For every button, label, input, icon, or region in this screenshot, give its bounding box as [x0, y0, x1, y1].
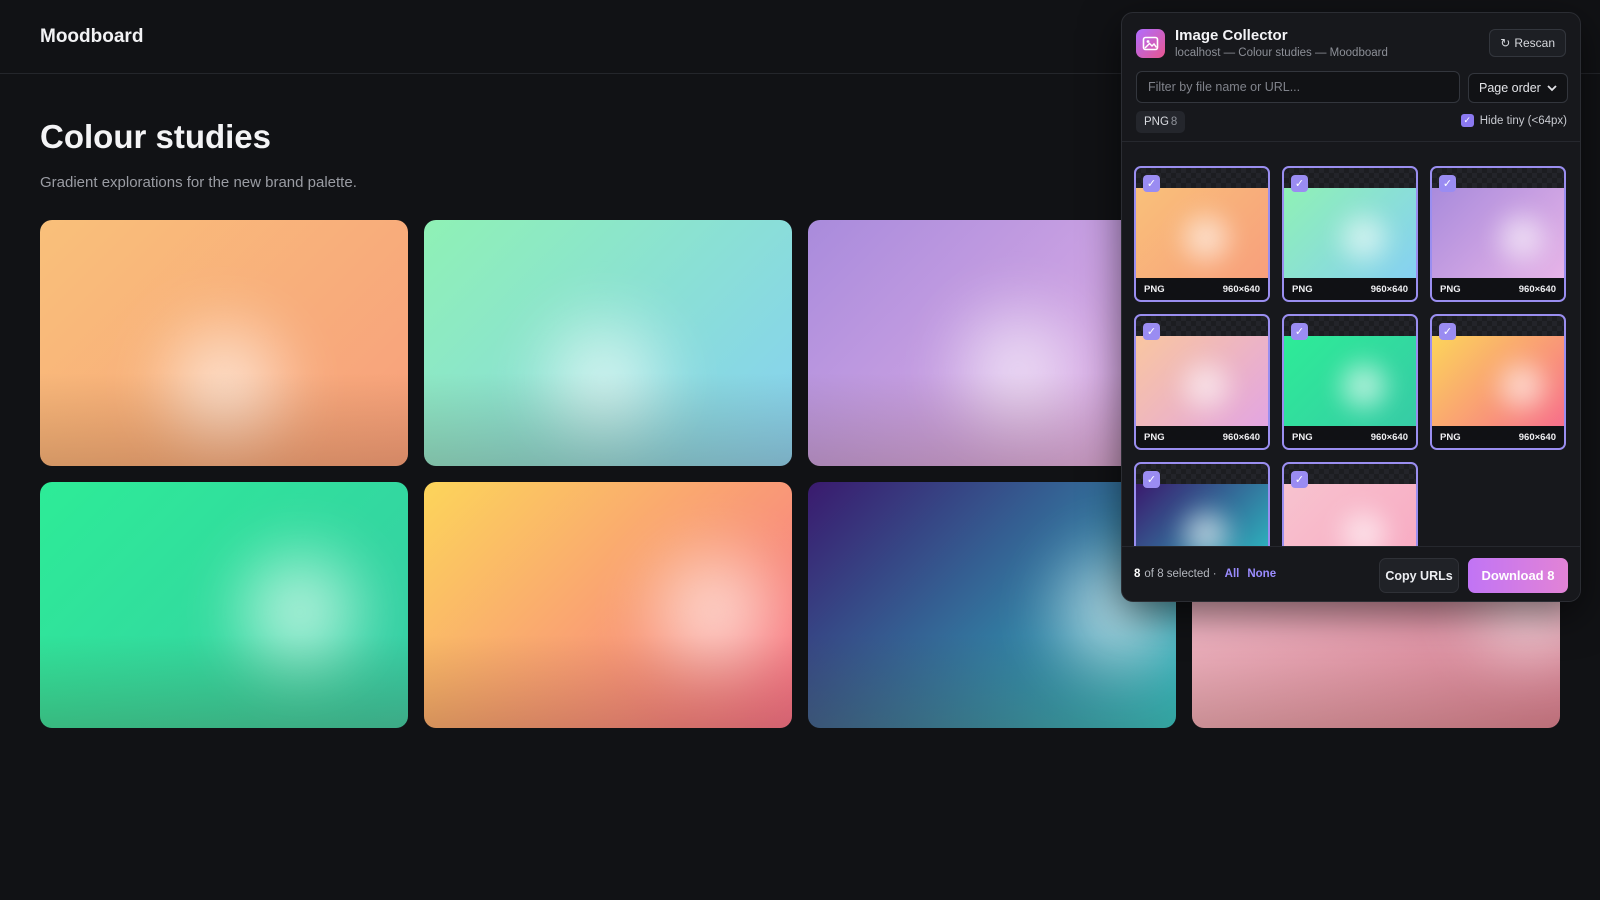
thumbnail-dimensions: 960×640 [1518, 431, 1556, 443]
thumbnail-4[interactable]: ✓ PNG 960×640 [1134, 314, 1270, 450]
checkbox-checked-icon[interactable]: ✓ [1460, 114, 1474, 127]
select-all-link[interactable]: All [1225, 568, 1240, 580]
thumbnail-format: PNG [1144, 431, 1165, 443]
checkbox-checked-icon[interactable]: ✓ [1291, 323, 1308, 340]
thumbnail-8[interactable]: ✓PNG [1282, 462, 1418, 546]
checkbox-checked-icon[interactable]: ✓ [1143, 471, 1160, 488]
thumbnail-format: PNG [1440, 283, 1461, 295]
thumbnail-meta: PNG 960×640 [1284, 426, 1416, 448]
thumbnail-image [1136, 188, 1268, 278]
type-filter-chip-png[interactable]: PNG 8 [1136, 111, 1186, 133]
sort-select[interactable]: Page order [1468, 73, 1568, 103]
selection-status: 8 of 8 selected · All None [1134, 568, 1276, 580]
checkbox-checked-icon[interactable]: ✓ [1143, 323, 1160, 340]
image-icon [1136, 29, 1165, 58]
chevron-down-icon [1547, 85, 1557, 92]
image-collector-panel: Image Collector localhost — Colour studi… [1121, 12, 1581, 602]
thumbnail-image [1284, 336, 1416, 426]
thumbnail-image [1284, 484, 1416, 546]
thumbnail-dimensions: 960×640 [1222, 283, 1260, 295]
thumbnail-image [1284, 188, 1416, 278]
rescan-button[interactable]: ↻ Rescan [1489, 29, 1566, 57]
sort-value: Page order [1479, 81, 1541, 95]
thumbnail-3[interactable]: ✓ PNG 960×640 [1430, 166, 1566, 302]
thumbnail-dimensions: 960×640 [1222, 431, 1260, 443]
thumbnail-7[interactable]: ✓PNG [1134, 462, 1270, 546]
page-subtitle: Gradient explorations for the new brand … [40, 174, 357, 191]
thumbnail-image [1432, 188, 1564, 278]
thumbnail-dimensions: 960×640 [1370, 283, 1408, 295]
gallery-image-4[interactable] [40, 482, 408, 728]
thumbnail-5[interactable]: ✓ PNG 960×640 [1282, 314, 1418, 450]
checkbox-checked-icon[interactable]: ✓ [1439, 175, 1456, 192]
thumbnail-format: PNG [1292, 431, 1313, 443]
thumbnail-meta: PNG 960×640 [1284, 278, 1416, 300]
thumbnail-meta: PNG 960×640 [1136, 278, 1268, 300]
panel-title: Image Collector [1175, 27, 1288, 44]
site-brand[interactable]: Moodboard [40, 26, 143, 48]
download-button[interactable]: Download 8 [1468, 558, 1568, 593]
page-title: Colour studies [40, 118, 272, 155]
gallery-image-1[interactable] [40, 220, 408, 466]
thumbnail-dimensions: 960×640 [1518, 283, 1556, 295]
checkbox-checked-icon[interactable]: ✓ [1291, 175, 1308, 192]
filter-input[interactable] [1136, 71, 1460, 103]
panel-subtitle: localhost — Colour studies — Moodboard [1175, 47, 1388, 59]
chip-count: 8 [1170, 116, 1178, 128]
rescan-label: Rescan [1514, 36, 1555, 50]
chip-label: PNG [1144, 116, 1169, 128]
thumbnail-meta: PNG 960×640 [1432, 426, 1564, 448]
thumbnail-2[interactable]: ✓ PNG 960×640 [1282, 166, 1418, 302]
panel-footer: 8 of 8 selected · All None Copy URLs Dow… [1122, 546, 1580, 601]
thumbnail-format: PNG [1144, 283, 1165, 295]
thumbnail-meta: PNG 960×640 [1136, 426, 1268, 448]
selected-suffix: of 8 selected · [1144, 568, 1217, 580]
hide-tiny-label: Hide tiny (<64px) [1479, 114, 1567, 127]
selected-count: 8 [1134, 568, 1141, 580]
hide-tiny-toggle[interactable]: ✓ Hide tiny (<64px) [1460, 114, 1567, 127]
thumbnail-image [1432, 336, 1564, 426]
gallery-image-2[interactable] [424, 220, 792, 466]
thumbnail-format: PNG [1440, 431, 1461, 443]
thumbnail-6[interactable]: ✓ PNG 960×640 [1430, 314, 1566, 450]
thumbnail-image [1136, 336, 1268, 426]
thumbnail-format: PNG [1292, 283, 1313, 295]
thumbnail-dimensions: 960×640 [1370, 431, 1408, 443]
checkbox-checked-icon[interactable]: ✓ [1439, 323, 1456, 340]
thumbnail-1[interactable]: ✓ PNG 960×640 [1134, 166, 1270, 302]
thumbnail-grid[interactable]: ✓ PNG 960×640 ✓ PNG 960×640 ✓ PNG 960×640 ✓ PNG 960… [1122, 142, 1580, 546]
checkbox-checked-icon[interactable]: ✓ [1143, 175, 1160, 192]
gallery-image-5[interactable] [424, 482, 792, 728]
thumbnail-meta: PNG 960×640 [1432, 278, 1564, 300]
select-none-link[interactable]: None [1247, 568, 1276, 580]
checkbox-checked-icon[interactable]: ✓ [1291, 471, 1308, 488]
thumbnail-image [1136, 484, 1268, 546]
refresh-icon: ↻ [1500, 36, 1511, 50]
copy-urls-button[interactable]: Copy URLs [1379, 558, 1459, 593]
